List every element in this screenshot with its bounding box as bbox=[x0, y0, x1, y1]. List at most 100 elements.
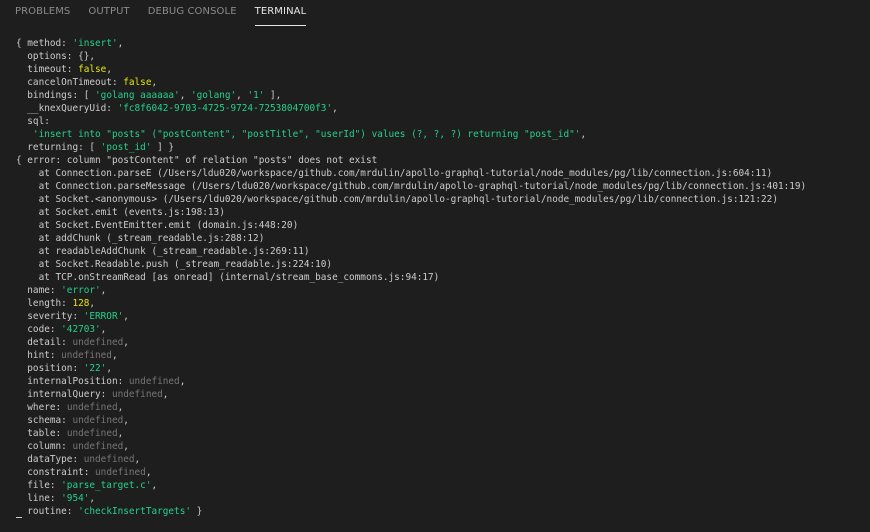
terminal-text-segment: 'insert' bbox=[72, 38, 118, 49]
terminal-line: detail: undefined, bbox=[16, 336, 866, 349]
terminal-line: at Socket.emit (events.js:198:13) bbox=[16, 206, 866, 219]
terminal-line: position: '22', bbox=[16, 362, 866, 375]
terminal-text-segment: at Socket.<anonymous> (/Users/ldu020/wor… bbox=[16, 194, 778, 205]
terminal-line: hint: undefined, bbox=[16, 349, 866, 362]
terminal-text-segment: at Socket.Readable.push (_stream_readabl… bbox=[16, 259, 333, 270]
terminal-text-segment: undefined bbox=[95, 467, 146, 478]
terminal-line: returning: [ 'post_id' ] } bbox=[16, 141, 866, 154]
terminal-line: name: 'error', bbox=[16, 284, 866, 297]
terminal-text-segment: , bbox=[123, 415, 129, 426]
terminal-text-segment: detail: bbox=[16, 337, 73, 348]
terminal-line: sql: bbox=[16, 115, 866, 128]
terminal-text-segment: 'error' bbox=[61, 285, 101, 296]
tab-problems[interactable]: PROBLEMS bbox=[15, 0, 70, 26]
terminal-text-segment: line: bbox=[16, 493, 62, 504]
terminal-text-segment: undefined bbox=[72, 415, 124, 426]
terminal-text-segment: name: bbox=[16, 285, 62, 296]
terminal-text-segment: , bbox=[117, 38, 124, 49]
terminal-text-segment: 'golang' bbox=[191, 90, 237, 101]
terminal-text-segment: , bbox=[100, 324, 107, 335]
terminal-text-segment: at Connection.parseE (/Users/ldu020/work… bbox=[16, 168, 773, 179]
terminal-text-segment: , bbox=[117, 402, 124, 413]
terminal-text-segment: at readableAddChunk (_stream_readable.js… bbox=[16, 246, 310, 257]
terminal-text-segment: undefined bbox=[61, 350, 112, 361]
terminal-text-segment: undefined bbox=[66, 402, 118, 413]
terminal-text-segment: , bbox=[123, 311, 129, 322]
terminal-text-segment: undefined bbox=[72, 441, 124, 452]
terminal-line: at Socket.EventEmitter.emit (domain.js:4… bbox=[16, 219, 866, 232]
terminal-line: 'insert into "posts" ("postContent", "po… bbox=[16, 128, 866, 141]
terminal-text-segment: false bbox=[78, 64, 107, 75]
terminal-text-segment: , bbox=[162, 389, 169, 400]
terminal-line: length: 128, bbox=[16, 297, 866, 310]
terminal-line: code: '42703', bbox=[16, 323, 866, 336]
terminal-text-segment: dataType: bbox=[16, 454, 84, 465]
terminal-text-segment: , bbox=[580, 129, 587, 140]
terminal-line: at TCP.onStreamRead [as onread] (interna… bbox=[16, 271, 866, 284]
terminal-text-segment: options: {}, bbox=[16, 51, 96, 62]
terminal-text-segment: bindings: [ bbox=[16, 90, 96, 101]
terminal-text-segment: false bbox=[123, 77, 152, 88]
terminal-text-segment: , bbox=[89, 493, 96, 504]
terminal-text-segment: cancelOnTimeout: bbox=[16, 77, 124, 88]
terminal-text-segment: , bbox=[179, 90, 191, 101]
terminal-text-segment: { method: bbox=[16, 38, 73, 49]
terminal-line: dataType: undefined, bbox=[16, 453, 866, 466]
terminal-text-segment: , bbox=[236, 90, 248, 101]
terminal-text-segment: 'parse_target.c' bbox=[61, 480, 152, 491]
terminal-line: where: undefined, bbox=[16, 401, 866, 414]
tab-terminal[interactable]: TERMINAL bbox=[254, 0, 307, 26]
terminal-text-segment: column: bbox=[16, 441, 73, 452]
terminal-text-segment: ] } bbox=[151, 142, 175, 153]
terminal-text-segment: , bbox=[117, 428, 124, 439]
terminal-text-segment: '954' bbox=[61, 493, 90, 504]
terminal-text-segment: } bbox=[190, 506, 203, 517]
terminal-text-segment: code: bbox=[16, 324, 62, 335]
terminal-text-segment: 'checkInsertTargets' bbox=[78, 506, 191, 517]
terminal-text-segment: file: bbox=[16, 480, 62, 491]
terminal-text-segment: undefined bbox=[72, 337, 124, 348]
terminal-text-segment: '42703' bbox=[61, 324, 101, 335]
terminal-text-segment: at Connection.parseMessage (/Users/ldu02… bbox=[16, 181, 807, 192]
terminal-text-segment: schema: bbox=[16, 415, 73, 426]
terminal-output[interactable]: { method: 'insert', options: {}, timeout… bbox=[16, 37, 866, 529]
terminal-line: at readableAddChunk (_stream_readable.js… bbox=[16, 245, 866, 258]
terminal-text-segment: undefined bbox=[83, 454, 135, 465]
terminal-line: options: {}, bbox=[16, 50, 866, 63]
terminal-text-segment: , bbox=[134, 454, 141, 465]
terminal-text-segment: at TCP.onStreamRead [as onread] (interna… bbox=[16, 272, 440, 283]
terminal-text-segment: at Socket.EventEmitter.emit (domain.js:4… bbox=[16, 220, 299, 231]
terminal-text-segment: undefined bbox=[111, 389, 163, 400]
terminal-line: internalPosition: undefined, bbox=[16, 375, 866, 388]
terminal-text-segment: 'insert into "posts" ("postContent", "po… bbox=[32, 129, 581, 140]
terminal-line: table: undefined, bbox=[16, 427, 866, 440]
terminal-text-segment: , bbox=[106, 363, 112, 374]
terminal-text-segment: undefined bbox=[128, 376, 180, 387]
tab-output[interactable]: OUTPUT bbox=[88, 0, 129, 26]
terminal-line: { error: column "postContent" of relatio… bbox=[16, 154, 866, 167]
terminal-line: __knexQueryUid: 'fc8f6042-9703-4725-9724… bbox=[16, 102, 866, 115]
terminal-text-segment: sql: bbox=[16, 116, 50, 127]
terminal-text-segment: , bbox=[106, 64, 112, 75]
terminal-text-segment: , bbox=[100, 285, 107, 296]
terminal-line: at Socket.Readable.push (_stream_readabl… bbox=[16, 258, 866, 271]
tab-debug-console[interactable]: DEBUG CONSOLE bbox=[148, 0, 237, 26]
terminal-text-segment: { error: column "postContent" of relatio… bbox=[16, 155, 378, 166]
terminal-line: column: undefined, bbox=[16, 440, 866, 453]
terminal-text-segment: constraint: bbox=[16, 467, 96, 478]
terminal-text-segment: 'post_id' bbox=[100, 142, 152, 153]
terminal-cursor bbox=[16, 517, 22, 518]
terminal-text-segment: timeout: bbox=[16, 64, 79, 75]
terminal-text-segment: hint: bbox=[16, 350, 62, 361]
terminal-text-segment: 'fc8f6042-9703-4725-9724-7253804700f3' bbox=[117, 103, 333, 114]
panel-tab-bar: PROBLEMS OUTPUT DEBUG CONSOLE TERMINAL bbox=[0, 0, 870, 26]
terminal-line: internalQuery: undefined, bbox=[16, 388, 866, 401]
terminal-line: at Connection.parseMessage (/Users/ldu02… bbox=[16, 180, 866, 193]
terminal-text-segment: length: bbox=[16, 298, 73, 309]
terminal-line: constraint: undefined, bbox=[16, 466, 866, 479]
terminal-line: severity: 'ERROR', bbox=[16, 310, 866, 323]
terminal-text-segment: routine: bbox=[16, 506, 79, 517]
terminal-text-segment: , bbox=[151, 480, 158, 491]
terminal-text-segment: returning: [ bbox=[16, 142, 101, 153]
